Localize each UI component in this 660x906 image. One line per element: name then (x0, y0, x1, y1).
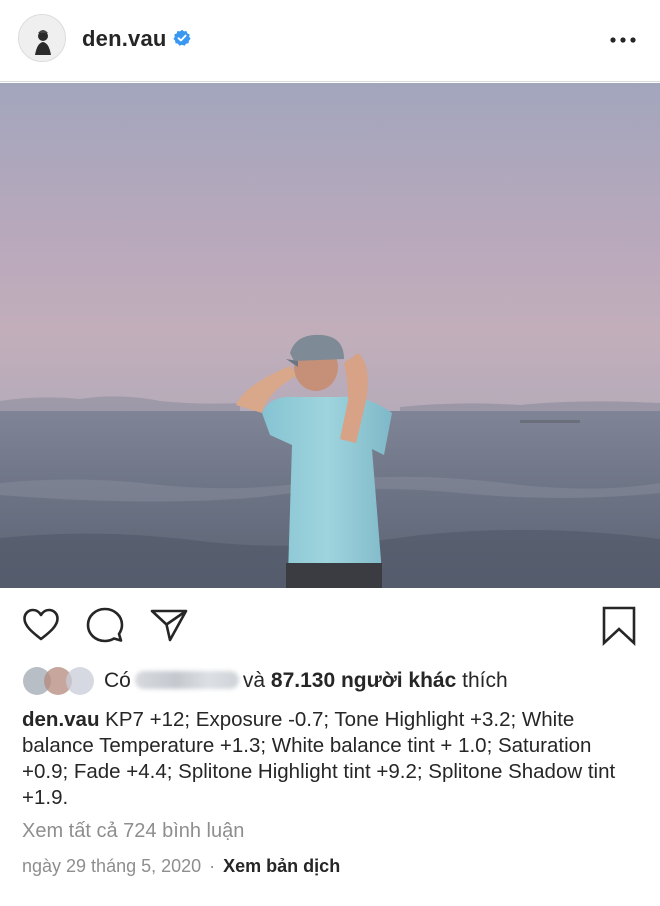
post-caption: den.vau KP7 +12; Exposure -0.7; Tone Hig… (22, 707, 642, 811)
caption-author[interactable]: den.vau (22, 708, 99, 731)
post-header: den.vau (0, 0, 660, 82)
post-date: ngày 29 tháng 5, 2020 (22, 856, 202, 876)
caption-text: KP7 +12; Exposure -0.7; Tone Highlight +… (22, 708, 616, 809)
post-meta: ngày 29 tháng 5, 2020 · Xem bản dịch (22, 856, 340, 877)
heart-icon[interactable] (22, 608, 60, 647)
comment-icon[interactable] (86, 607, 124, 648)
likes-suffix: thích (462, 669, 508, 692)
likes-summary: Có và 87.130 người khác thích (104, 669, 508, 693)
beach-photo-image (0, 83, 660, 588)
likes-row: Có và 87.130 người khác thích (22, 664, 642, 698)
bookmark-icon[interactable] (601, 606, 637, 651)
meta-separator: · (209, 856, 216, 876)
likes-connector: và (242, 669, 266, 692)
post-username[interactable]: den.vau (82, 26, 167, 52)
likes-count[interactable]: 87.130 (271, 669, 335, 692)
view-all-comments-link[interactable]: Xem tất cả 724 bình luận (22, 820, 244, 843)
verified-badge-icon (173, 29, 191, 47)
likes-prefix: Có (104, 669, 131, 692)
blurred-liker-name[interactable] (134, 671, 239, 689)
avatar[interactable] (18, 14, 66, 62)
liker-avatars[interactable] (22, 666, 100, 696)
post-photo[interactable] (0, 83, 660, 588)
action-bar (0, 598, 660, 652)
more-options-icon[interactable] (608, 30, 638, 50)
send-icon[interactable] (150, 607, 188, 648)
likes-others[interactable]: người khác (341, 669, 456, 692)
avatar-image (19, 15, 65, 61)
translate-link[interactable]: Xem bản dịch (223, 856, 340, 876)
